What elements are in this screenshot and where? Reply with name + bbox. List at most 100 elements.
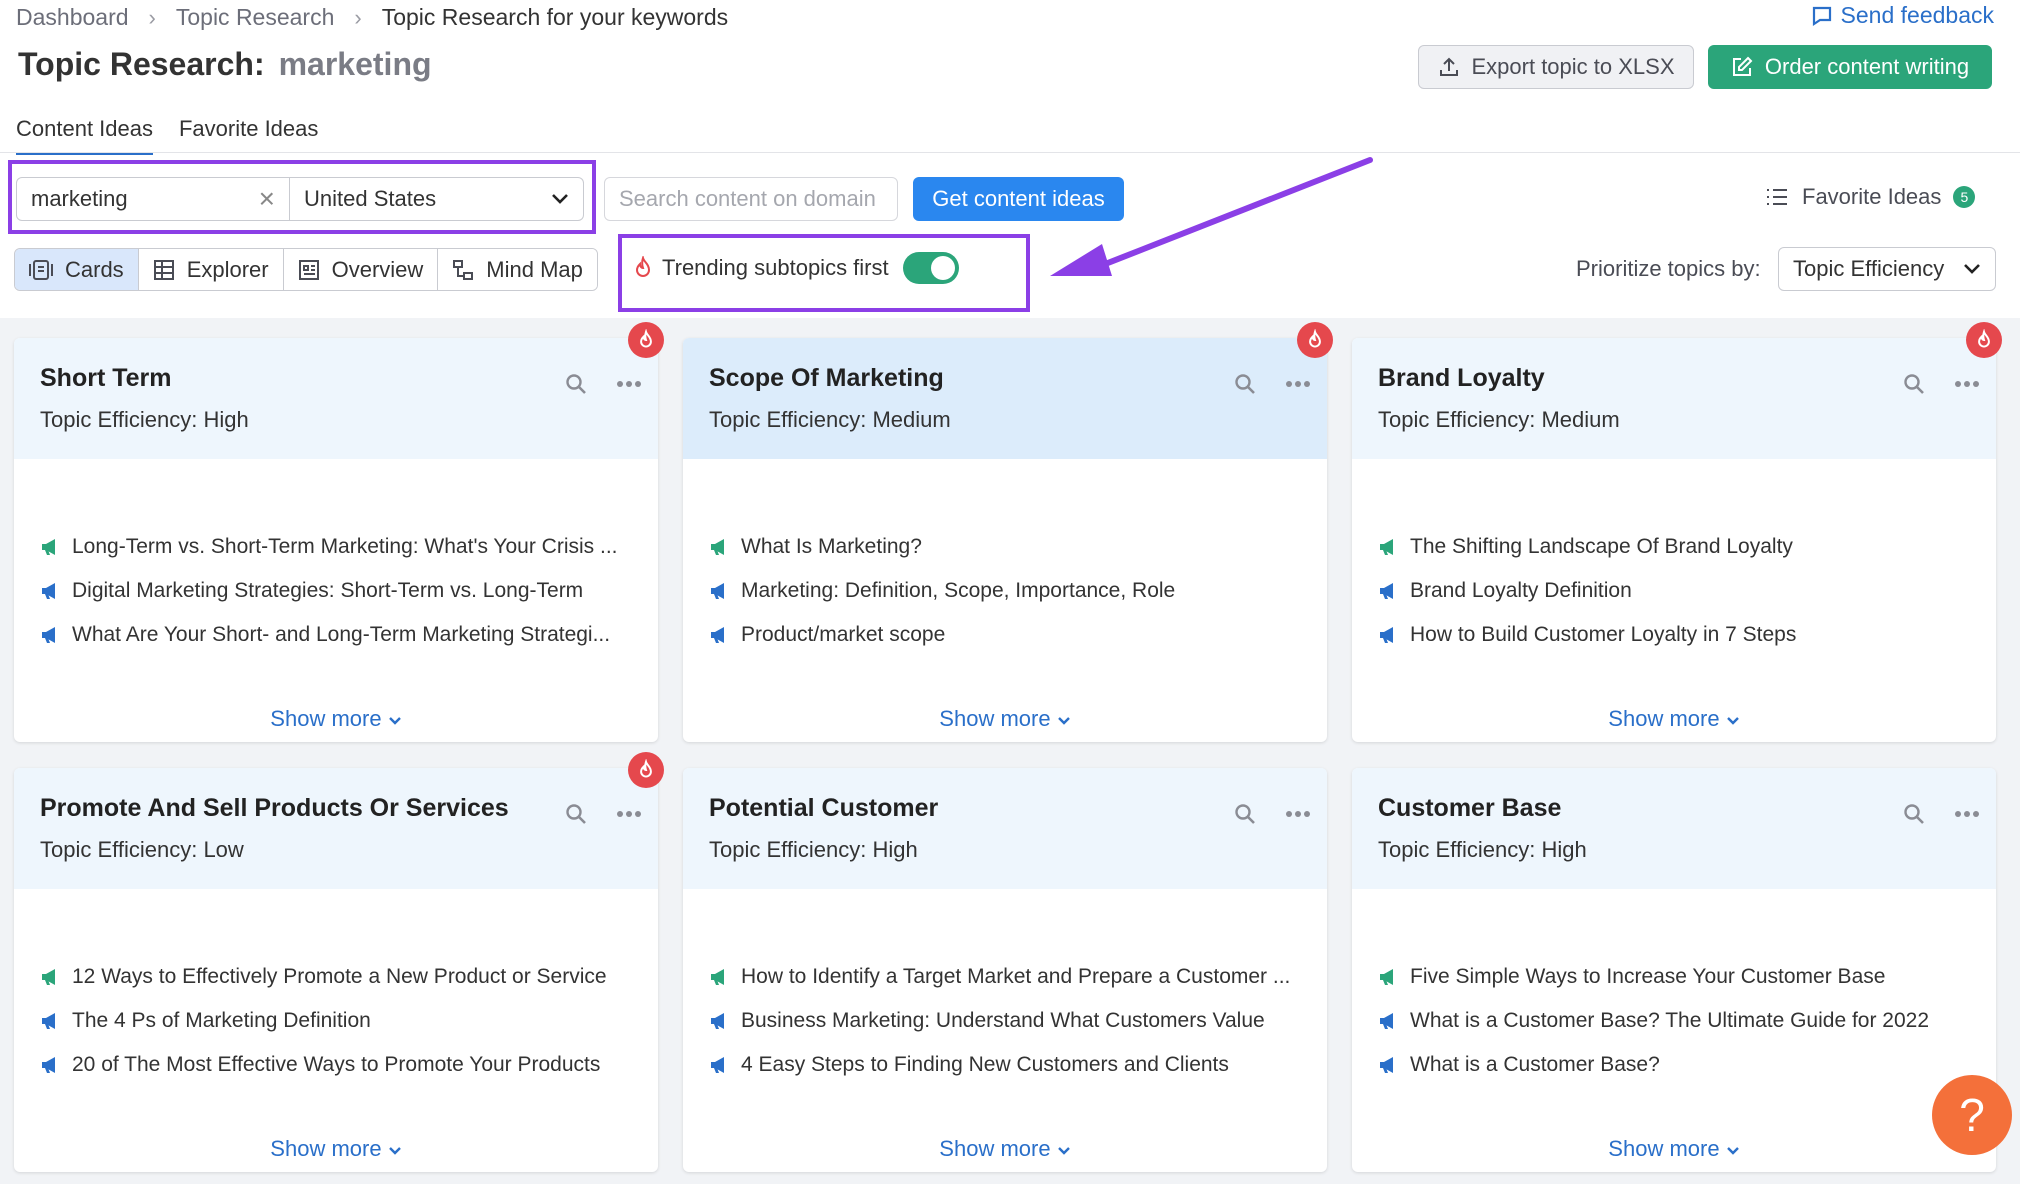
help-button[interactable]: ? — [1932, 1075, 2012, 1155]
megaphone-icon — [711, 969, 724, 985]
topic-card[interactable]: Potential Customer Topic Efficiency: Hig… — [683, 768, 1327, 1172]
megaphone-icon — [1380, 627, 1393, 643]
show-more-link[interactable]: Show more — [1352, 1136, 1996, 1162]
megaphone-icon — [42, 627, 55, 643]
card-actions — [1874, 372, 1980, 396]
fire-icon — [635, 256, 651, 277]
send-feedback-link[interactable]: Send feedback — [1811, 2, 1994, 29]
export-xlsx-label: Export topic to XLSX — [1471, 54, 1675, 79]
trending-badge — [1966, 322, 2002, 358]
chevron-down-icon — [1057, 1147, 1070, 1155]
card-item-text: 12 Ways to Effectively Promote a New Pro… — [72, 965, 607, 988]
card-list: The Shifting Landscape Of Brand Loyalty … — [1352, 459, 1996, 657]
chevron-right-icon: › — [354, 4, 362, 30]
search-icon[interactable] — [1902, 802, 1926, 826]
list-item[interactable]: Long-Term vs. Short-Term Marketing: What… — [40, 525, 658, 569]
megaphone-icon — [1380, 583, 1393, 599]
card-efficiency: Topic Efficiency: High — [40, 407, 249, 432]
list-item[interactable]: How to Identify a Target Market and Prep… — [709, 955, 1327, 999]
topic-card[interactable]: Short Term Topic Efficiency: High Long-T… — [14, 322, 664, 742]
list-item[interactable]: What is a Customer Base? The Ultimate Gu… — [1378, 999, 1996, 1043]
show-more-link[interactable]: Show more — [683, 706, 1327, 732]
list-item[interactable]: The Shifting Landscape Of Brand Loyalty — [1378, 525, 1996, 569]
list-item[interactable]: Product/market scope — [709, 613, 1327, 657]
prioritize-select-value: Topic Efficiency — [1793, 256, 1945, 281]
megaphone-icon — [711, 1013, 724, 1029]
more-icon[interactable] — [616, 810, 642, 818]
card-list: What Is Marketing? Marketing: Definition… — [683, 459, 1327, 657]
more-icon[interactable] — [1285, 810, 1311, 818]
view-switcher: Cards Explorer Overview Mind Map — [14, 248, 598, 291]
domain-search-input[interactable]: Search content on domain — [604, 177, 898, 221]
list-item[interactable]: 12 Ways to Effectively Promote a New Pro… — [40, 955, 658, 999]
search-icon[interactable] — [1902, 372, 1926, 396]
view-overview-button[interactable]: Overview — [283, 249, 439, 290]
breadcrumb-topic-research[interactable]: Topic Research — [176, 4, 335, 31]
more-icon[interactable] — [1285, 380, 1311, 388]
megaphone-icon — [42, 539, 55, 555]
list-item[interactable]: What Is Marketing? — [709, 525, 1327, 569]
search-icon[interactable] — [1233, 372, 1257, 396]
list-item[interactable]: Business Marketing: Understand What Cust… — [709, 999, 1327, 1043]
more-icon[interactable] — [1954, 380, 1980, 388]
view-explorer-button[interactable]: Explorer — [138, 249, 284, 290]
view-cards-button[interactable]: Cards — [15, 249, 139, 290]
upload-icon — [1439, 57, 1458, 76]
topic-card[interactable]: Promote And Sell Products Or Services To… — [14, 752, 664, 1172]
card-actions — [536, 372, 642, 396]
view-mind-map-button[interactable]: Mind Map — [438, 249, 597, 290]
card-header: Promote And Sell Products Or Services To… — [14, 752, 664, 889]
more-icon[interactable] — [1954, 810, 1980, 818]
list-item[interactable]: What Are Your Short- and Long-Term Marke… — [40, 613, 658, 657]
send-feedback-label: Send feedback — [1840, 2, 1994, 28]
list-item[interactable]: Marketing: Definition, Scope, Importance… — [709, 569, 1327, 613]
topic-card[interactable]: Scope Of Marketing Topic Efficiency: Med… — [683, 322, 1333, 742]
more-icon[interactable] — [616, 380, 642, 388]
card-actions — [536, 802, 642, 826]
card-actions — [1205, 802, 1311, 826]
search-icon[interactable] — [1233, 802, 1257, 826]
list-item[interactable]: Digital Marketing Strategies: Short-Term… — [40, 569, 658, 613]
list-item[interactable]: 20 of The Most Effective Ways to Promote… — [40, 1043, 658, 1087]
list-item[interactable]: Brand Loyalty Definition — [1378, 569, 1996, 613]
list-item[interactable]: 4 Easy Steps to Finding New Customers an… — [709, 1043, 1327, 1087]
breadcrumb-dashboard[interactable]: Dashboard — [16, 4, 129, 31]
domain-search-placeholder: Search content on domain — [619, 186, 876, 211]
prioritize-select[interactable]: Topic Efficiency — [1778, 247, 1996, 291]
view-overview-label: Overview — [331, 256, 424, 282]
card-item-text: What is a Customer Base? The Ultimate Gu… — [1410, 1009, 1930, 1032]
list-item[interactable]: The 4 Ps of Marketing Definition — [40, 999, 658, 1043]
show-more-link[interactable]: Show more — [14, 706, 658, 732]
tabs: Content Ideas Favorite Ideas — [16, 116, 344, 155]
search-icon[interactable] — [564, 802, 588, 826]
fire-icon — [640, 759, 652, 778]
tab-content-ideas[interactable]: Content Ideas — [16, 116, 153, 155]
card-item-text: How to Identify a Target Market and Prep… — [741, 965, 1291, 988]
export-xlsx-button[interactable]: Export topic to XLSX — [1418, 45, 1694, 89]
show-more-label: Show more — [270, 1136, 382, 1161]
card-actions — [1874, 802, 1980, 826]
list-item[interactable]: What is a Customer Base? — [1378, 1043, 1996, 1087]
card-item-text: The 4 Ps of Marketing Definition — [72, 1009, 371, 1032]
megaphone-icon — [42, 969, 55, 985]
show-more-link[interactable]: Show more — [1352, 706, 1996, 732]
show-more-link[interactable]: Show more — [14, 1136, 658, 1162]
card-item-text: What Is Marketing? — [741, 535, 922, 558]
page-title-label: Topic Research: — [18, 46, 265, 82]
card-item-text: 20 of The Most Effective Ways to Promote… — [72, 1053, 601, 1076]
card-header: Short Term Topic Efficiency: High — [14, 322, 664, 459]
search-icon[interactable] — [564, 372, 588, 396]
card-efficiency: Topic Efficiency: Medium — [1378, 407, 1620, 432]
trending-toggle[interactable] — [902, 252, 959, 284]
favorite-ideas-button[interactable]: Favorite Ideas 5 — [1766, 184, 1976, 210]
trending-badge — [628, 752, 664, 788]
topic-card[interactable]: Customer Base Topic Efficiency: High Fiv… — [1352, 768, 1996, 1172]
list-item[interactable]: How to Build Customer Loyalty in 7 Steps — [1378, 613, 1996, 657]
card-list: How to Identify a Target Market and Prep… — [683, 889, 1327, 1087]
megaphone-icon — [1380, 1057, 1393, 1073]
show-more-link[interactable]: Show more — [683, 1136, 1327, 1162]
topic-card[interactable]: Brand Loyalty Topic Efficiency: Medium T… — [1352, 322, 2002, 742]
tab-favorite-ideas[interactable]: Favorite Ideas — [179, 116, 318, 155]
order-content-button[interactable]: Order content writing — [1708, 45, 1992, 89]
list-item[interactable]: Five Simple Ways to Increase Your Custom… — [1378, 955, 1996, 999]
